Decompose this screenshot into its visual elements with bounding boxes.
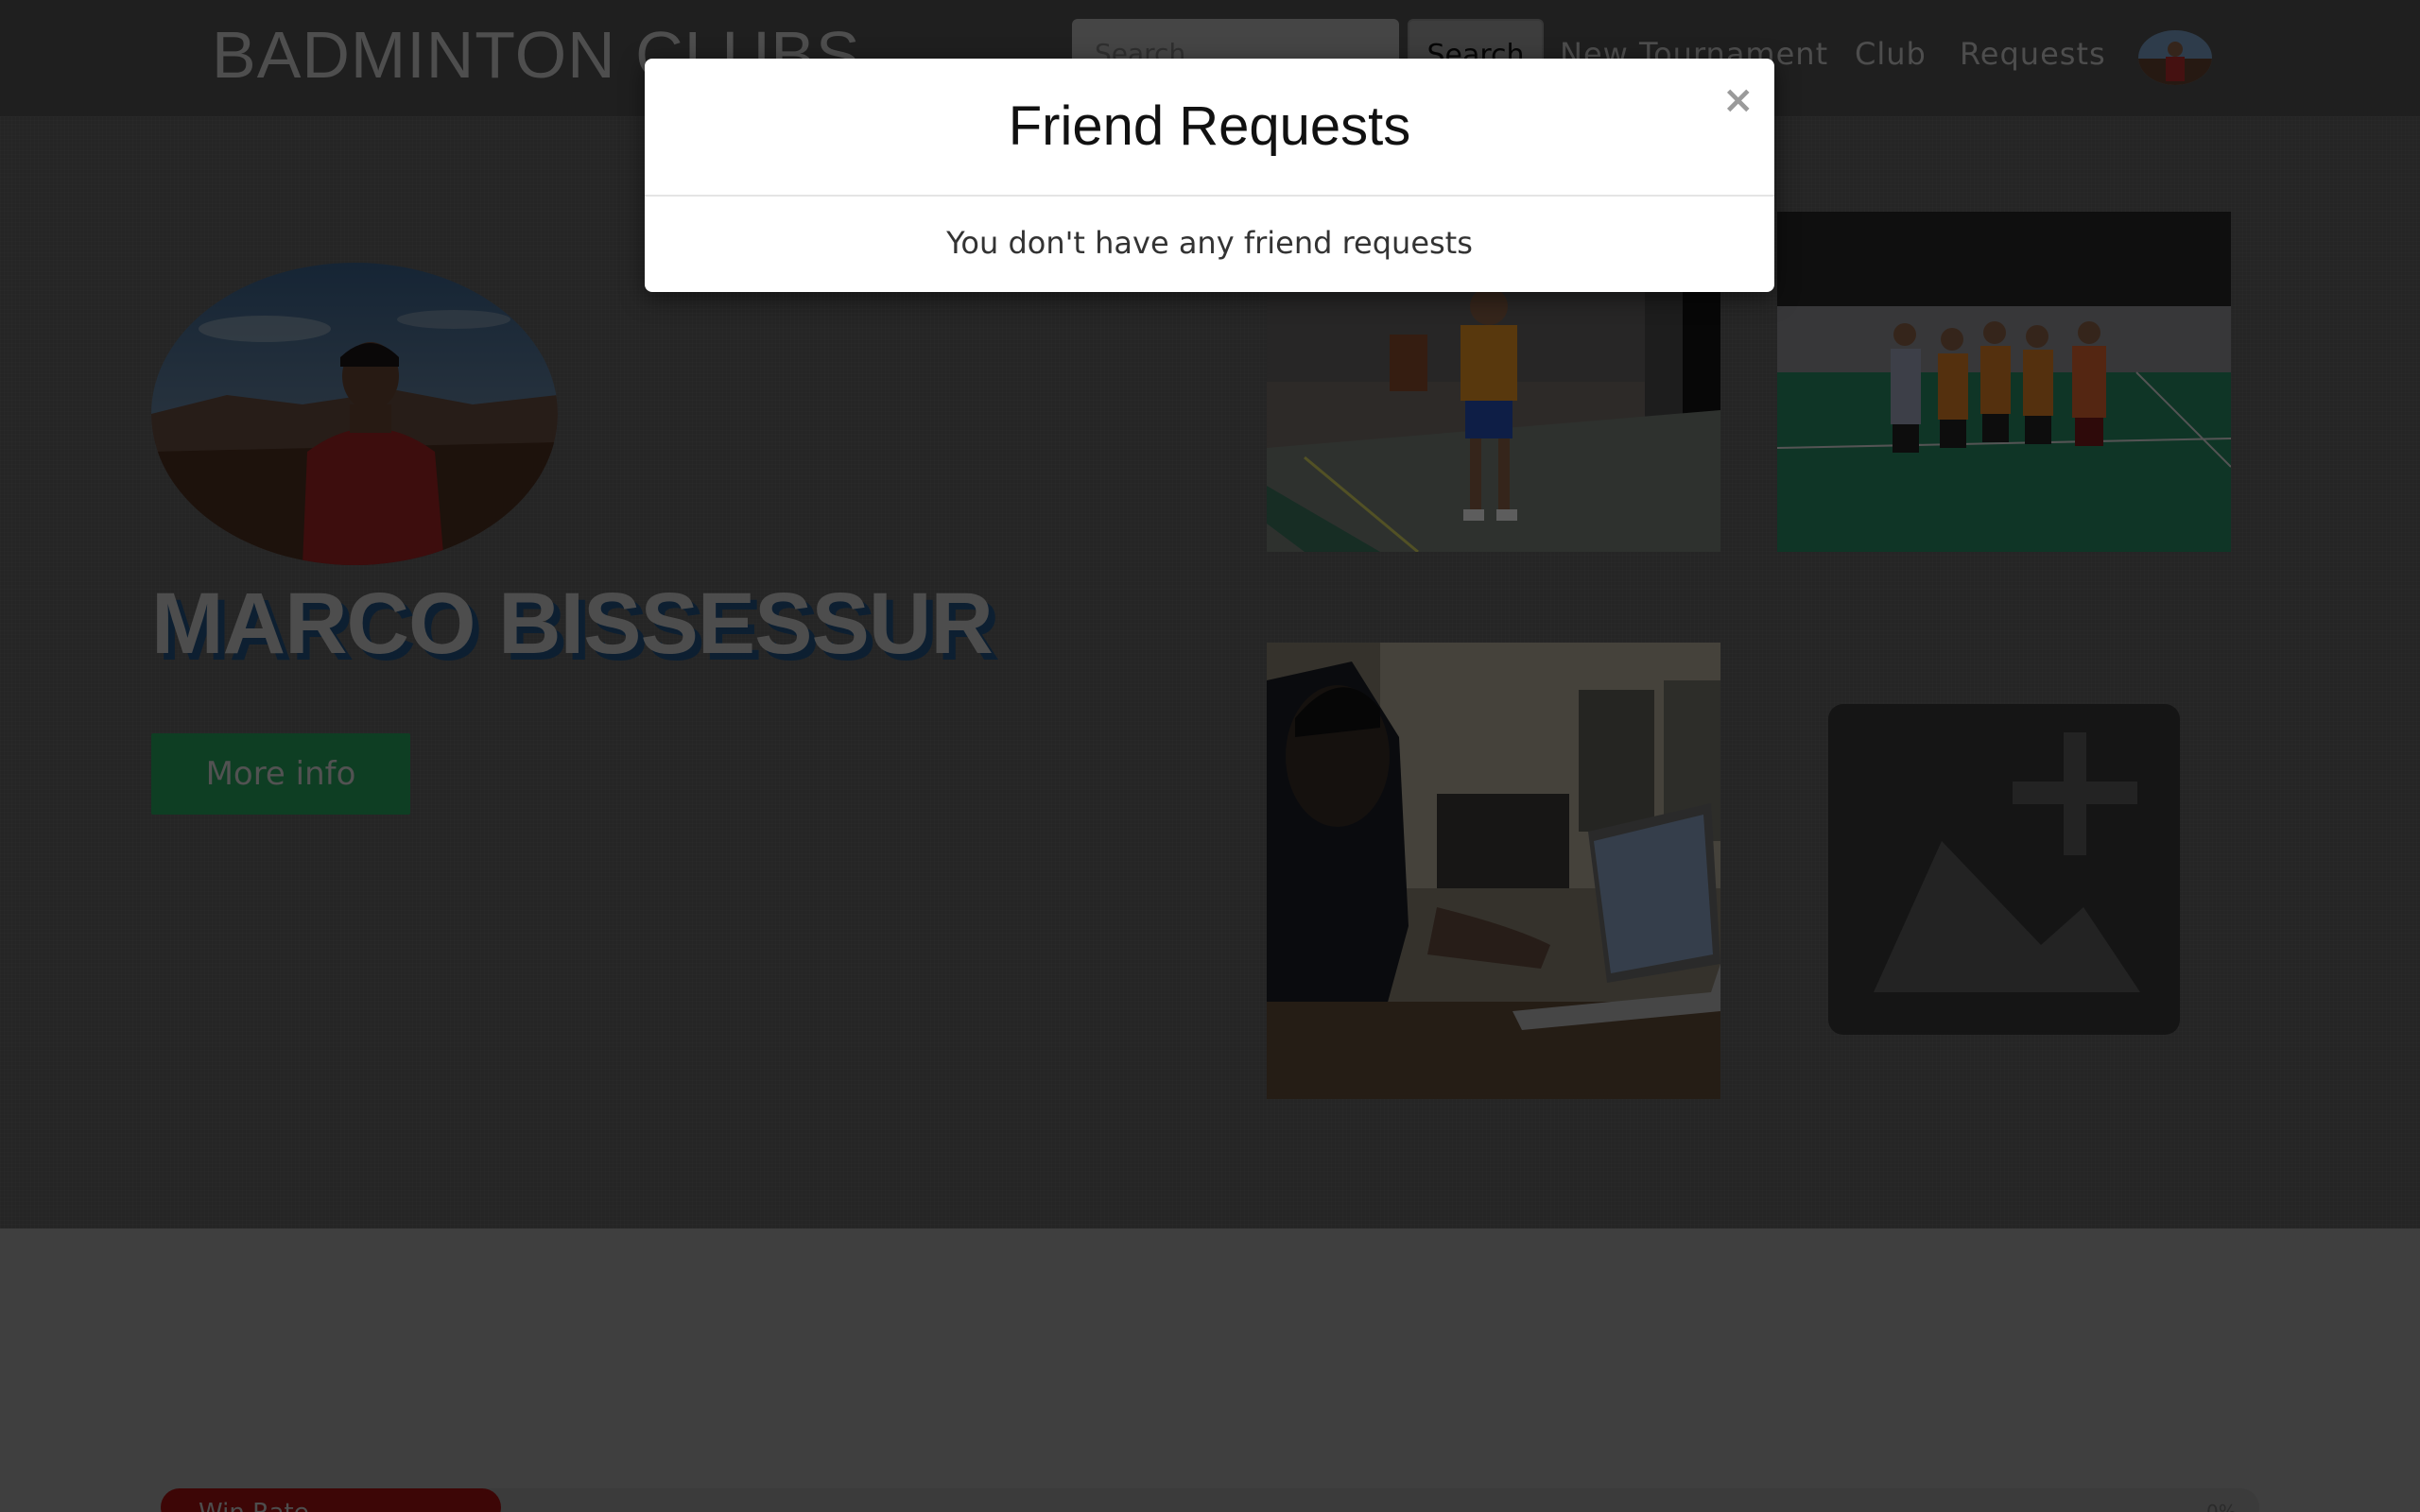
page: BADMINTON CLUBS Search New Tournament Cl… (0, 0, 2420, 1512)
modal-divider (645, 195, 1774, 197)
friend-requests-modal: Friend Requests × You don't have any fri… (645, 59, 1774, 292)
modal-title: Friend Requests (1008, 95, 1411, 157)
modal-message: You don't have any friend requests (946, 225, 1473, 261)
close-icon[interactable]: × (1722, 81, 1754, 119)
